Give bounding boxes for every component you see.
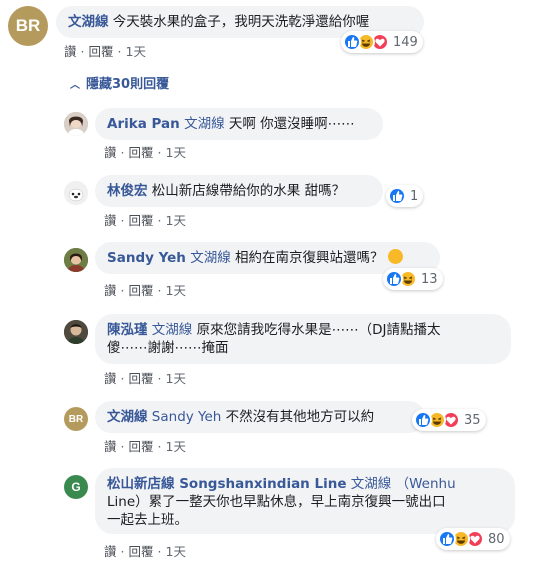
avatar[interactable] [64,112,88,136]
avatar[interactable] [64,320,88,344]
hide-replies-toggle[interactable]: ︿ 隱藏30則回覆 [70,73,169,92]
comment-text-continued: 一起去上班。 [107,512,188,528]
reaction-count: 13 [421,271,438,287]
comment-author[interactable]: 文湖線 [68,14,109,30]
like-icon [414,411,432,429]
comment-text: 原來您請我吃得水果是⋯⋯（DJ請點播太 [196,322,441,338]
comment-author[interactable]: 文湖線 [107,409,148,425]
comment-text: 天啊 你還沒睡啊⋯⋯ [228,116,355,132]
haha-emoji-icon [387,249,403,264]
comment-line: 陳泓瑾 文湖線 原來您請我吃得水果是⋯⋯（DJ請點播太 [107,321,499,339]
main-comment: BR 文湖線 今天裝水果的盒子，我明天洗乾淨還給你喔 149 讚 · 回覆 · 1天 [0,0,541,70]
timestamp[interactable]: 1天 [166,145,186,160]
timestamp[interactable]: 1天 [166,544,186,559]
comment-author[interactable]: 松山新店線 Songshanxindian Line [107,476,347,492]
chevron-up-icon: ︿ [70,80,80,91]
comment-actions: 讚 · 回覆 · 1天 [104,439,186,454]
comment-bubble: Arika Pan 文湖線 天啊 你還沒睡啊⋯⋯ [95,108,383,140]
avatar[interactable] [64,181,88,205]
reaction-summary[interactable]: 1 [386,185,424,207]
mention-link[interactable]: Sandy Yeh [152,409,222,425]
toggle-label: 隱藏30則回覆 [86,77,170,92]
like-icon [388,187,406,205]
reaction-summary[interactable]: 149 [341,31,423,53]
reply-button[interactable]: 回覆 [129,283,154,298]
avatar[interactable]: BR [64,407,88,431]
comment-text: 不然沒有其他地方可以約 [225,409,375,425]
comment-author[interactable]: 林俊宏 [107,183,148,199]
reply-comment: Sandy Yeh 文湖線 相約在南京復興站還嗎？ 13 讚 · 回覆 · 1天 [0,237,541,301]
comment-actions: 讚 · 回覆 · 1天 [104,371,186,386]
like-icon [343,33,361,51]
like-button[interactable]: 讚 [104,145,117,160]
comment-line: 松山新店線 Songshanxindian Line 文湖線 （Wenhu [107,475,503,493]
comment-text: Line）累了一整天你也早點休息，早上南京復興一號出口 [107,494,446,510]
reaction-summary[interactable]: 80 [436,528,510,550]
like-button[interactable]: 讚 [64,44,77,59]
reaction-count: 1 [410,188,419,204]
reply-button[interactable]: 回覆 [89,44,114,59]
mention-link[interactable]: 文湖線 [184,116,225,132]
comment-text: 松山新店線帶給你的水果 甜嗎？ [151,183,346,199]
reaction-summary[interactable]: 13 [383,268,443,290]
timestamp[interactable]: 1天 [166,283,186,298]
reaction-count: 80 [488,531,505,547]
reply-comment: BR 文湖線 Sandy Yeh 不然沒有其他地方可以約 35 讚 · 回覆 · 1天 [0,398,541,460]
comment-actions: 讚 · 回覆 · 1天 [104,283,186,298]
like-button[interactable]: 讚 [104,371,117,386]
avatar[interactable] [64,248,88,272]
comment-actions: 讚 · 回覆 · 1天 [104,544,186,559]
comment-bubble: 文湖線 Sandy Yeh 不然沒有其他地方可以約 [95,401,425,433]
like-icon [385,270,403,288]
comment-text: 今天裝水果的盒子，我明天洗乾淨還給你喔 [112,14,370,30]
reply-button[interactable]: 回覆 [129,145,154,160]
comment-text-continued: 傻⋯⋯謝謝⋯⋯掩面 [107,340,229,356]
comment-bubble: 林俊宏 松山新店線帶給你的水果 甜嗎？ [95,175,383,207]
comment-author[interactable]: Sandy Yeh [107,250,186,266]
timestamp[interactable]: 1天 [166,439,186,454]
timestamp[interactable]: 1天 [166,371,186,386]
like-button[interactable]: 讚 [104,283,117,298]
comment-text: 相約在南京復興站還嗎？ [235,250,384,266]
reply-comment: Arika Pan 文湖線 天啊 你還沒睡啊⋯⋯ 讚 · 回覆 · 1天 [0,104,541,164]
comment-author[interactable]: 陳泓瑾 [107,322,148,338]
comment-actions: 讚 · 回覆 · 1天 [64,44,146,59]
reaction-count: 35 [464,412,481,428]
mention-link[interactable]: 文湖線 [190,250,231,266]
avatar[interactable]: G [64,475,88,499]
like-button[interactable]: 讚 [104,544,117,559]
reply-button[interactable]: 回覆 [129,439,154,454]
reply-comment: 陳泓瑾 文湖線 原來您請我吃得水果是⋯⋯（DJ請點播太 傻⋯⋯謝謝⋯⋯掩面 讚 ·… [0,311,541,391]
reply-button[interactable]: 回覆 [129,213,154,228]
like-icon [438,530,456,548]
reaction-summary[interactable]: 35 [412,409,486,431]
comment-actions: 讚 · 回覆 · 1天 [104,145,186,160]
comment-author[interactable]: Arika Pan [107,116,180,132]
comment-actions: 讚 · 回覆 · 1天 [104,213,186,228]
mention-link-extra[interactable]: （Wenhu [396,476,456,492]
reply-comment: 林俊宏 松山新店線帶給你的水果 甜嗎？ 1 讚 · 回覆 · 1天 [0,170,541,230]
mention-link[interactable]: 文湖線 [351,476,392,492]
reply-button[interactable]: 回覆 [129,544,154,559]
comment-bubble: 松山新店線 Songshanxindian Line 文湖線 （Wenhu Li… [95,468,515,534]
mention-link[interactable]: 文湖線 [152,322,193,338]
like-button[interactable]: 讚 [104,213,117,228]
reply-button[interactable]: 回覆 [129,371,154,386]
reply-comment: G 松山新店線 Songshanxindian Line 文湖線 （Wenhu … [0,466,541,565]
avatar[interactable]: BR [8,6,48,46]
comment-bubble: 陳泓瑾 文湖線 原來您請我吃得水果是⋯⋯（DJ請點播太 傻⋯⋯謝謝⋯⋯掩面 [95,314,511,364]
like-button[interactable]: 讚 [104,439,117,454]
timestamp[interactable]: 1天 [126,44,146,59]
timestamp[interactable]: 1天 [166,213,186,228]
reaction-count: 149 [393,34,418,50]
